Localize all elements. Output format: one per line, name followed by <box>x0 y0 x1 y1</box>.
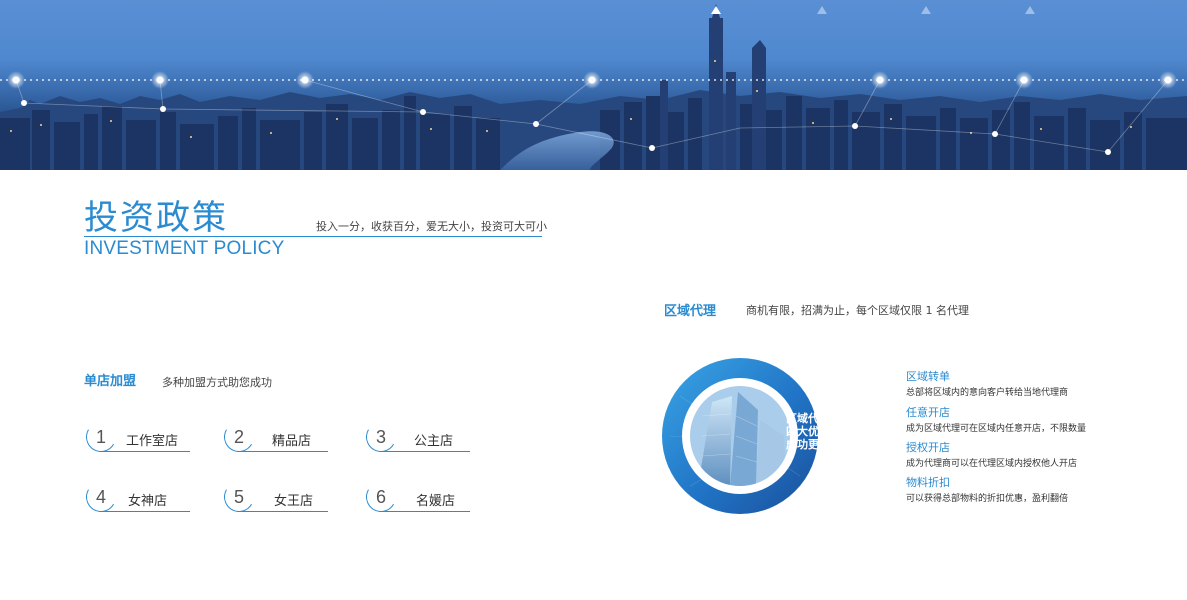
advantage-title: 区域转单 <box>906 370 950 383</box>
advantage-title: 物料折扣 <box>906 476 950 489</box>
store-name: 女王店 <box>274 494 314 509</box>
store-option-1[interactable]: 1 工作室店 <box>82 418 190 456</box>
skyline-illustration <box>0 4 1187 170</box>
single-store-title: 单店加盟 <box>84 374 137 389</box>
store-underline <box>238 511 328 512</box>
store-underline <box>100 451 190 452</box>
title-divider <box>84 236 542 237</box>
ring-caption: 区域代理 四大优势 成功更迅捷 <box>786 412 841 451</box>
store-underline <box>380 511 470 512</box>
store-number: 2 <box>233 427 244 447</box>
ring-caption-line: 区域代理 <box>786 412 830 425</box>
advantage-desc: 成为代理商可以在代理区域内授权他人开店 <box>906 459 1078 469</box>
store-underline <box>238 451 328 452</box>
store-name: 公主店 <box>414 434 454 449</box>
store-option-6[interactable]: 6 名媛店 <box>362 478 470 516</box>
store-option-3[interactable]: 3 公主店 <box>362 418 470 456</box>
store-underline <box>380 451 470 452</box>
city-skyline-banner <box>0 0 1187 170</box>
store-number: 3 <box>375 427 386 447</box>
advantage-item: 物料折扣 可以获得总部物料的折扣优惠，盈利翻倍 <box>906 474 1068 504</box>
ring-caption-line: 成功更迅捷 <box>786 438 841 451</box>
store-underline <box>100 511 190 512</box>
page-title: 投资政策 <box>84 198 228 238</box>
store-name: 精品店 <box>272 434 312 449</box>
store-number: 6 <box>375 487 386 507</box>
page-title-english: INVESTMENT POLICY <box>84 238 285 259</box>
advantage-title: 任意开店 <box>906 406 950 419</box>
store-option-5[interactable]: 5 女王店 <box>220 478 328 516</box>
store-number: 4 <box>95 487 106 507</box>
store-option-2[interactable]: 2 精品店 <box>220 418 328 456</box>
advantage-item: 任意开店 成为区域代理可在区域内任意开店，不限数量 <box>906 404 1086 434</box>
store-name: 女神店 <box>128 494 168 509</box>
store-name: 工作室店 <box>126 434 179 449</box>
ring-caption-line: 四大优势 <box>786 425 830 438</box>
regional-agent-subtitle: 商机有限，招满为止，每个区域仅限 1 名代理 <box>746 304 969 317</box>
advantage-desc: 成为区域代理可在区域内任意开店，不限数量 <box>906 424 1087 434</box>
advantage-item: 授权开店 成为代理商可以在代理区域内授权他人开店 <box>906 439 1077 469</box>
advantage-desc: 总部将区域内的意向客户转给当地代理商 <box>906 388 1069 398</box>
store-name: 名媛店 <box>416 494 456 509</box>
store-number: 1 <box>95 427 106 447</box>
store-option-4[interactable]: 4 女神店 <box>82 478 190 516</box>
single-store-subtitle: 多种加盟方式助您成功 <box>162 376 272 389</box>
store-number: 5 <box>233 487 244 507</box>
advantage-item: 区域转单 总部将区域内的意向客户转给当地代理商 <box>906 368 1068 398</box>
regional-agent-title: 区域代理 <box>664 304 717 319</box>
advantage-desc: 可以获得总部物料的折扣优惠，盈利翻倍 <box>906 494 1069 504</box>
page-slogan: 投入一分，收获百分，爱无大小，投资可大可小 <box>316 220 547 233</box>
advantage-title: 授权开店 <box>906 441 950 454</box>
